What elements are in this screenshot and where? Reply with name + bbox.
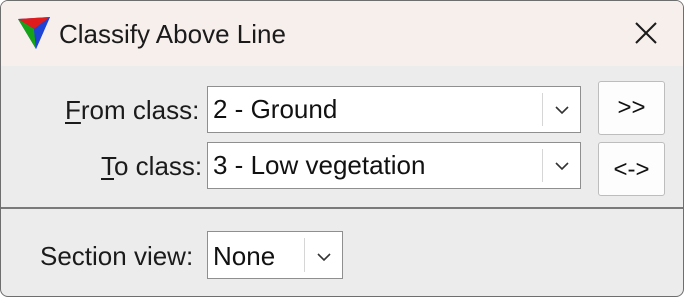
forward-button[interactable]: >>: [598, 81, 665, 135]
to-class-label: To class:: [101, 151, 202, 181]
window-title: Classify Above Line: [59, 19, 286, 49]
classify-above-line-dialog: Classify Above Line From class: 2 - Grou…: [0, 0, 684, 297]
chevron-down-icon: [555, 102, 569, 120]
dropdown-separator: [542, 93, 543, 126]
close-button[interactable]: [623, 11, 669, 55]
section-view-select[interactable]: None: [207, 231, 343, 279]
from-class-select[interactable]: 2 - Ground: [207, 86, 581, 133]
title-bar[interactable]: Classify Above Line: [1, 1, 683, 66]
swap-classes-button[interactable]: <->: [598, 142, 665, 196]
to-class-select[interactable]: 3 - Low vegetation: [207, 142, 581, 189]
from-class-mnemonic: F: [65, 95, 81, 125]
chevron-down-icon: [317, 249, 331, 267]
to-class-label-text: o class:: [114, 151, 203, 181]
from-class-label: From class:: [65, 95, 199, 125]
tri-color-cone-icon: [16, 15, 52, 51]
from-class-value: 2 - Ground: [213, 94, 338, 124]
dropdown-separator: [304, 238, 305, 272]
section-view-label: Section view:: [40, 241, 194, 271]
to-class-value: 3 - Low vegetation: [213, 150, 426, 180]
close-icon: [635, 22, 657, 44]
chevron-down-icon: [555, 158, 569, 176]
dropdown-separator: [542, 149, 543, 182]
section-divider: [1, 207, 683, 209]
section-view-value: None: [213, 241, 276, 271]
from-class-label-text: rom class:: [80, 95, 200, 125]
to-class-mnemonic: T: [101, 151, 114, 181]
